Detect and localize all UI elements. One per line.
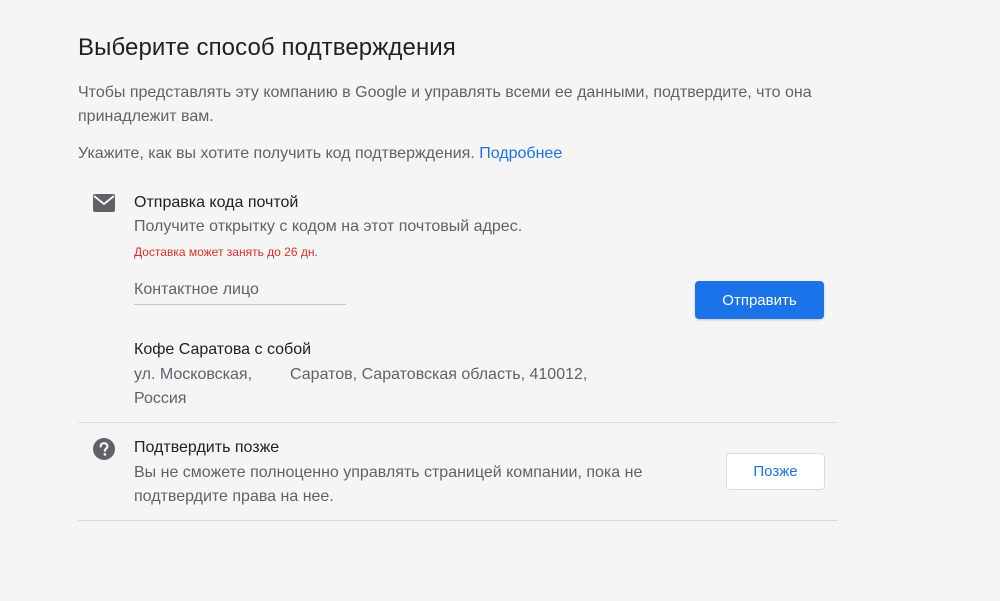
- business-address: ул. Московская, Саратов, Саратовская обла…: [134, 363, 654, 411]
- contact-person-input[interactable]: [134, 276, 346, 305]
- divider: [78, 422, 838, 423]
- delivery-warning: Доставка может занять до 26 дн.: [134, 245, 318, 259]
- mail-option-title: Отправка кода почтой: [134, 194, 299, 211]
- mail-icon: [93, 194, 115, 212]
- address-street: ул. Московская,: [134, 366, 253, 383]
- address-city: Саратов, Саратовская область, 410012,: [290, 366, 588, 383]
- address-country: Россия: [134, 390, 187, 407]
- page-title: Выберите способ подтверждения: [78, 34, 456, 61]
- mail-option-description: Получите открытку с кодом на этот почтов…: [134, 218, 523, 235]
- business-name: Кофе Саратова с собой: [134, 341, 312, 358]
- intro-text: Чтобы представлять эту компанию в Google…: [78, 84, 812, 125]
- learn-more-link[interactable]: Подробнее: [479, 145, 562, 162]
- divider: [78, 520, 838, 521]
- verification-page: Выберите способ подтверждения Чтобы пред…: [0, 0, 1000, 601]
- how-text-line: Укажите, как вы хотите получить код подт…: [78, 142, 562, 166]
- later-option-title: Подтвердить позже: [134, 439, 280, 456]
- later-button[interactable]: Позже: [726, 453, 825, 490]
- how-text: Укажите, как вы хотите получить код подт…: [78, 145, 475, 162]
- help-icon: [93, 438, 115, 460]
- later-option-description: Вы не сможете полноценно управлять стран…: [134, 464, 643, 505]
- send-button[interactable]: Отправить: [695, 281, 824, 319]
